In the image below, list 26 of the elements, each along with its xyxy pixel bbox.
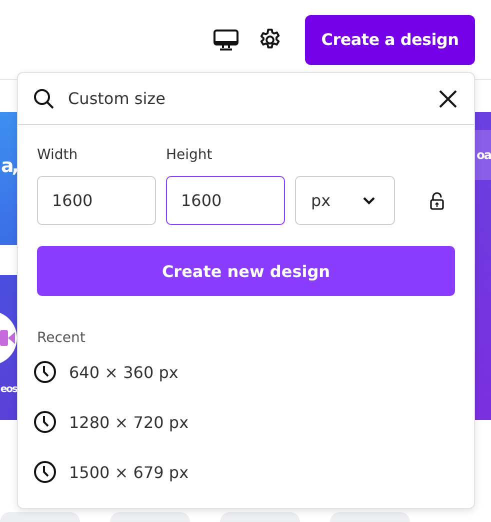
create-design-button[interactable]: Create a design bbox=[305, 14, 475, 64]
close-icon[interactable] bbox=[438, 88, 458, 108]
recent-size-item[interactable]: 640 × 360 px bbox=[33, 347, 455, 397]
card-label: eos bbox=[0, 384, 17, 395]
clock-icon bbox=[33, 460, 57, 484]
create-new-design-button[interactable]: Create new design bbox=[37, 246, 455, 296]
search-icon bbox=[32, 86, 56, 110]
video-card[interactable]: eos bbox=[0, 275, 17, 420]
field-label: Width bbox=[37, 147, 79, 163]
card-title: a, bbox=[0, 154, 17, 176]
search-field[interactable]: Custom size bbox=[68, 89, 426, 108]
size-input[interactable]: 1600 bbox=[166, 176, 285, 225]
field-label: Height bbox=[166, 147, 214, 163]
chevron-down-icon bbox=[362, 196, 376, 205]
recent-size-item[interactable]: 1280 × 720 px bbox=[33, 397, 455, 447]
clock-icon bbox=[33, 410, 57, 434]
card-title: oa bbox=[476, 148, 491, 162]
size-input[interactable]: 1600 bbox=[37, 176, 156, 225]
monitor-icon[interactable] bbox=[213, 28, 239, 50]
section-heading: Recent bbox=[37, 329, 86, 347]
recent-size-item[interactable]: 1500 × 679 px bbox=[33, 447, 455, 497]
unit-dropdown[interactable]: px bbox=[295, 176, 395, 225]
unlock-icon[interactable] bbox=[430, 192, 444, 210]
template-card[interactable]: oa bbox=[475, 112, 491, 420]
clock-icon bbox=[33, 360, 57, 384]
template-card[interactable]: a, bbox=[0, 112, 17, 245]
